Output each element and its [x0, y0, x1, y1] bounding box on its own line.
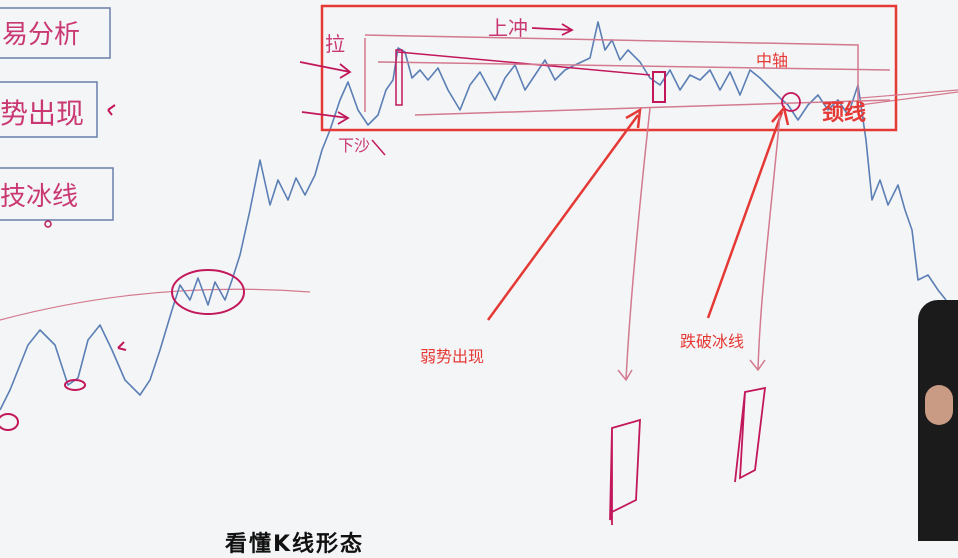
circle-low-1: [0, 413, 19, 431]
presenter-hand: [925, 385, 953, 425]
projection-2: [749, 114, 781, 372]
arrow-in-1: [299, 61, 352, 79]
circle-top-pattern: [171, 269, 245, 315]
top-mark-text: 拉: [325, 32, 345, 56]
bottom-caption: 看懂K线形态: [225, 532, 365, 557]
target-candle-1: [609, 418, 641, 525]
middle-axis-line: [377, 61, 891, 71]
left-box-1-text: 易分析: [2, 20, 81, 50]
check-mark: [107, 104, 116, 116]
label-break-ice-line: 跌破冰线: [680, 332, 745, 351]
label-middle-axis: 中轴: [756, 51, 789, 70]
projection-1: [617, 107, 651, 382]
arrow-in-2: [301, 111, 350, 125]
left-box-2-text: 势出现: [0, 97, 85, 130]
whiteboard: [0, 4, 958, 525]
arrow-break: [706, 111, 784, 319]
arrow-low: [371, 139, 386, 156]
arrow-weak-head: [625, 107, 642, 129]
left-box-3-text: 技冰线: [0, 182, 79, 212]
low-mark-text: 下沙: [338, 136, 371, 155]
arrow-upthrust: [531, 23, 574, 36]
neckline-extension: [0, 288, 311, 321]
small-arrow: [117, 341, 127, 351]
arrow-weak: [486, 114, 640, 321]
candle-weak: [652, 71, 666, 103]
dot-mark: [44, 220, 52, 228]
upthrust-text: 上冲: [488, 16, 528, 40]
label-weak-appears: 弱势出现: [420, 347, 485, 366]
target-candle-2: [734, 386, 767, 483]
label-neckline: 颈线: [822, 101, 867, 126]
